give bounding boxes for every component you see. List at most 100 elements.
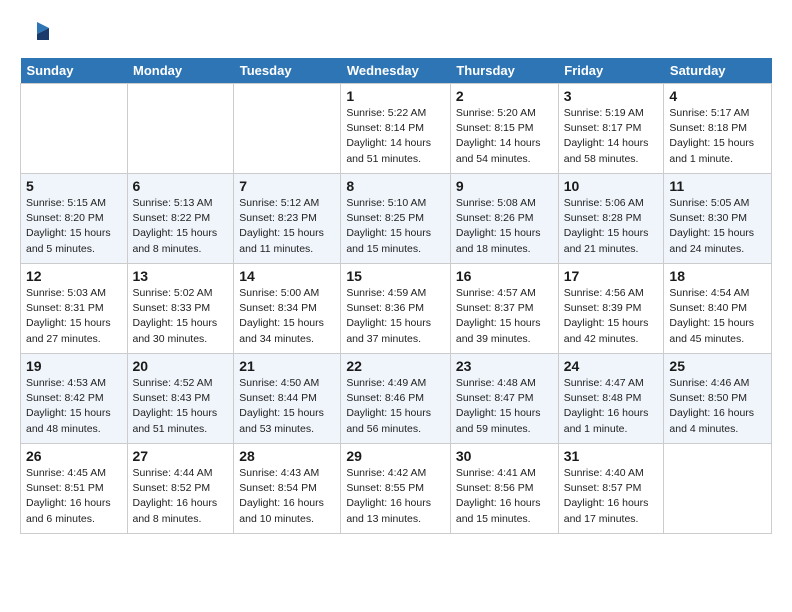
day-info: Sunrise: 5:13 AMSunset: 8:22 PMDaylight:… [133, 196, 229, 257]
day-info: Sunrise: 5:20 AMSunset: 8:15 PMDaylight:… [456, 106, 553, 167]
day-header-thursday: Thursday [450, 58, 558, 84]
day-info: Sunrise: 5:00 AMSunset: 8:34 PMDaylight:… [239, 286, 335, 347]
calendar-cell: 6 Sunrise: 5:13 AMSunset: 8:22 PMDaylight… [127, 174, 234, 264]
calendar-cell: 15Sunrise: 4:59 AMSunset: 8:36 PMDayligh… [341, 264, 451, 354]
calendar-cell: 1Sunrise: 5:22 AMSunset: 8:14 PMDaylight… [341, 84, 451, 174]
calendar-cell: 7Sunrise: 5:12 AMSunset: 8:23 PMDaylight… [234, 174, 341, 264]
day-info: Sunrise: 5:15 AMSunset: 8:20 PMDaylight:… [26, 196, 122, 257]
calendar-week-row: 5 Sunrise: 5:15 AMSunset: 8:20 PMDaylight… [21, 174, 772, 264]
day-number: 1 [346, 88, 445, 104]
calendar-week-row: 26 Sunrise: 4:45 AMSunset: 8:51 PMDayligh… [21, 444, 772, 534]
calendar-cell: 14 Sunrise: 5:00 AMSunset: 8:34 PMDayligh… [234, 264, 341, 354]
day-number: 14 [239, 268, 335, 284]
calendar-cell: 10 Sunrise: 5:06 AMSunset: 8:28 PMDayligh… [558, 174, 664, 264]
day-number: 20 [133, 358, 229, 374]
calendar-week-row: 12Sunrise: 5:03 AMSunset: 8:31 PMDayligh… [21, 264, 772, 354]
day-number: 3 [564, 88, 659, 104]
day-info: Sunrise: 5:02 AMSunset: 8:33 PMDaylight:… [133, 286, 229, 347]
calendar-week-row: 19 Sunrise: 4:53 AMSunset: 8:42 PMDayligh… [21, 354, 772, 444]
calendar-cell: 20 Sunrise: 4:52 AMSunset: 8:43 PMDayligh… [127, 354, 234, 444]
calendar-body: 1Sunrise: 5:22 AMSunset: 8:14 PMDaylight… [21, 84, 772, 534]
calendar-cell: 23 Sunrise: 4:48 AMSunset: 8:47 PMDayligh… [450, 354, 558, 444]
day-number: 16 [456, 268, 553, 284]
day-number: 24 [564, 358, 659, 374]
calendar-table: SundayMondayTuesdayWednesdayThursdayFrid… [20, 58, 772, 534]
day-number: 10 [564, 178, 659, 194]
day-info: Sunrise: 4:47 AMSunset: 8:48 PMDaylight:… [564, 376, 659, 437]
logo [20, 20, 51, 48]
day-number: 22 [346, 358, 445, 374]
day-number: 29 [346, 448, 445, 464]
day-info: Sunrise: 4:44 AMSunset: 8:52 PMDaylight:… [133, 466, 229, 527]
calendar-cell: 26 Sunrise: 4:45 AMSunset: 8:51 PMDayligh… [21, 444, 128, 534]
day-number: 2 [456, 88, 553, 104]
day-header-sunday: Sunday [21, 58, 128, 84]
day-number: 11 [669, 178, 766, 194]
calendar-cell: 29 Sunrise: 4:42 AMSunset: 8:55 PMDayligh… [341, 444, 451, 534]
day-info: Sunrise: 5:03 AMSunset: 8:31 PMDaylight:… [26, 286, 122, 347]
calendar-cell: 12Sunrise: 5:03 AMSunset: 8:31 PMDayligh… [21, 264, 128, 354]
day-info: Sunrise: 5:17 AMSunset: 8:18 PMDaylight:… [669, 106, 766, 167]
day-info: Sunrise: 4:46 AMSunset: 8:50 PMDaylight:… [669, 376, 766, 437]
day-info: Sunrise: 5:19 AMSunset: 8:17 PMDaylight:… [564, 106, 659, 167]
logo-flag-icon [23, 20, 51, 48]
day-number: 8 [346, 178, 445, 194]
day-number: 25 [669, 358, 766, 374]
calendar-cell [664, 444, 772, 534]
calendar-cell: 25 Sunrise: 4:46 AMSunset: 8:50 PMDayligh… [664, 354, 772, 444]
calendar-cell: 2 Sunrise: 5:20 AMSunset: 8:15 PMDaylight… [450, 84, 558, 174]
day-info: Sunrise: 4:56 AMSunset: 8:39 PMDaylight:… [564, 286, 659, 347]
calendar-cell: 21 Sunrise: 4:50 AMSunset: 8:44 PMDayligh… [234, 354, 341, 444]
calendar-header-row: SundayMondayTuesdayWednesdayThursdayFrid… [21, 58, 772, 84]
day-number: 28 [239, 448, 335, 464]
calendar-cell: 30Sunrise: 4:41 AMSunset: 8:56 PMDayligh… [450, 444, 558, 534]
day-info: Sunrise: 4:57 AMSunset: 8:37 PMDaylight:… [456, 286, 553, 347]
day-header-monday: Monday [127, 58, 234, 84]
day-number: 26 [26, 448, 122, 464]
calendar-cell [127, 84, 234, 174]
calendar-cell: 9Sunrise: 5:08 AMSunset: 8:26 PMDaylight… [450, 174, 558, 264]
day-number: 31 [564, 448, 659, 464]
day-number: 23 [456, 358, 553, 374]
day-number: 5 [26, 178, 122, 194]
day-number: 13 [133, 268, 229, 284]
calendar-cell: 28Sunrise: 4:43 AMSunset: 8:54 PMDayligh… [234, 444, 341, 534]
calendar-cell: 27Sunrise: 4:44 AMSunset: 8:52 PMDayligh… [127, 444, 234, 534]
calendar-cell: 19 Sunrise: 4:53 AMSunset: 8:42 PMDayligh… [21, 354, 128, 444]
day-number: 15 [346, 268, 445, 284]
day-info: Sunrise: 5:06 AMSunset: 8:28 PMDaylight:… [564, 196, 659, 257]
day-number: 18 [669, 268, 766, 284]
calendar-week-row: 1Sunrise: 5:22 AMSunset: 8:14 PMDaylight… [21, 84, 772, 174]
day-info: Sunrise: 4:45 AMSunset: 8:51 PMDaylight:… [26, 466, 122, 527]
day-info: Sunrise: 4:50 AMSunset: 8:44 PMDaylight:… [239, 376, 335, 437]
day-number: 7 [239, 178, 335, 194]
calendar-cell: 5 Sunrise: 5:15 AMSunset: 8:20 PMDaylight… [21, 174, 128, 264]
day-number: 30 [456, 448, 553, 464]
day-number: 19 [26, 358, 122, 374]
calendar-cell: 31Sunrise: 4:40 AMSunset: 8:57 PMDayligh… [558, 444, 664, 534]
calendar-cell: 16 Sunrise: 4:57 AMSunset: 8:37 PMDayligh… [450, 264, 558, 354]
calendar-cell: 8 Sunrise: 5:10 AMSunset: 8:25 PMDaylight… [341, 174, 451, 264]
page-header [20, 20, 772, 48]
day-info: Sunrise: 4:53 AMSunset: 8:42 PMDaylight:… [26, 376, 122, 437]
day-header-saturday: Saturday [664, 58, 772, 84]
calendar-cell: 18Sunrise: 4:54 AMSunset: 8:40 PMDayligh… [664, 264, 772, 354]
day-number: 4 [669, 88, 766, 104]
day-header-tuesday: Tuesday [234, 58, 341, 84]
day-info: Sunrise: 5:05 AMSunset: 8:30 PMDaylight:… [669, 196, 766, 257]
day-info: Sunrise: 5:10 AMSunset: 8:25 PMDaylight:… [346, 196, 445, 257]
calendar-cell [21, 84, 128, 174]
calendar-cell: 22 Sunrise: 4:49 AMSunset: 8:46 PMDayligh… [341, 354, 451, 444]
day-info: Sunrise: 4:42 AMSunset: 8:55 PMDaylight:… [346, 466, 445, 527]
day-number: 17 [564, 268, 659, 284]
day-header-wednesday: Wednesday [341, 58, 451, 84]
calendar-cell [234, 84, 341, 174]
day-header-friday: Friday [558, 58, 664, 84]
calendar-cell: 17 Sunrise: 4:56 AMSunset: 8:39 PMDayligh… [558, 264, 664, 354]
day-info: Sunrise: 4:48 AMSunset: 8:47 PMDaylight:… [456, 376, 553, 437]
day-info: Sunrise: 4:52 AMSunset: 8:43 PMDaylight:… [133, 376, 229, 437]
day-number: 6 [133, 178, 229, 194]
day-number: 21 [239, 358, 335, 374]
calendar-cell: 11 Sunrise: 5:05 AMSunset: 8:30 PMDayligh… [664, 174, 772, 264]
day-info: Sunrise: 4:49 AMSunset: 8:46 PMDaylight:… [346, 376, 445, 437]
